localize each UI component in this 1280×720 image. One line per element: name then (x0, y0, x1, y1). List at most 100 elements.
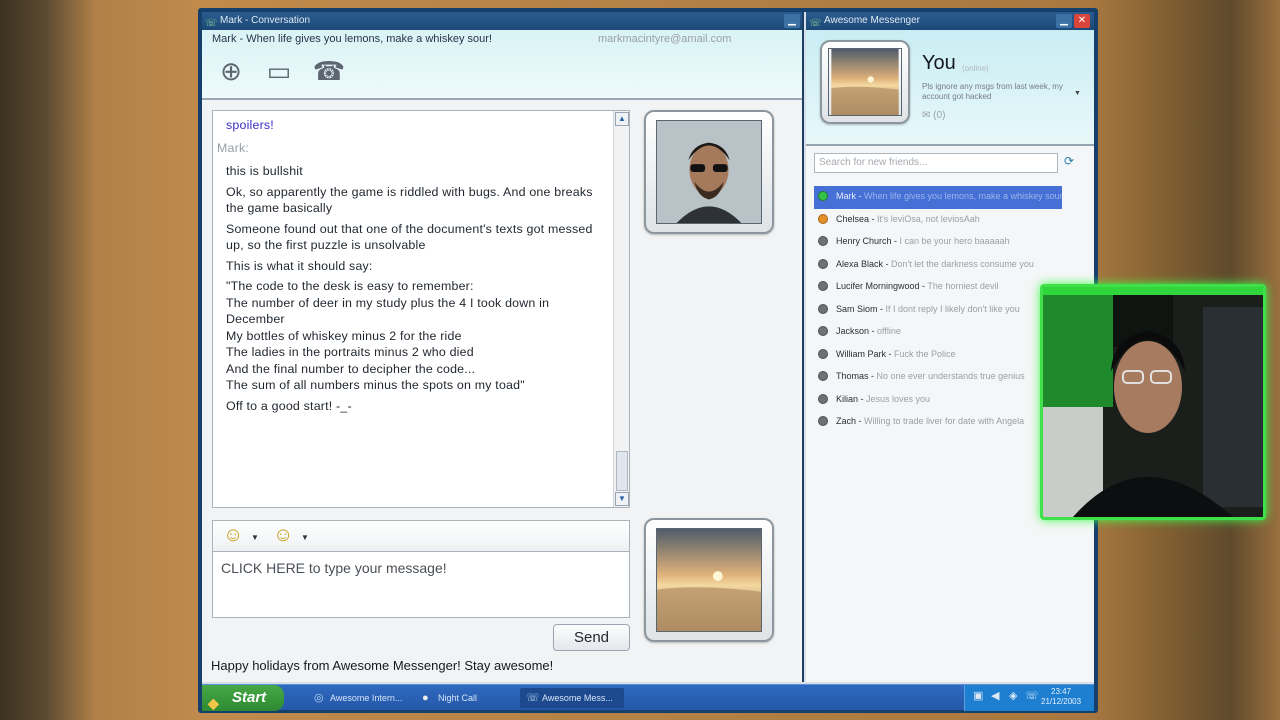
footer-banner: Happy holidays from Awesome Messenger! S… (211, 658, 554, 673)
message-sender: Mark: (217, 140, 249, 155)
scroll-thumb[interactable] (616, 451, 628, 491)
contact-avatar (644, 110, 774, 234)
taskbar-item-night-call[interactable]: ● Night Call (416, 688, 516, 708)
contact-name: Sam Siom (836, 303, 878, 314)
contact-item[interactable]: Alexa Black - Don't let the darkness con… (814, 254, 1090, 277)
minimize-button[interactable]: ▁ (1056, 14, 1072, 28)
chat-message: Off to a good start! -_- (226, 398, 352, 413)
conversation-title: Mark - Conversation (220, 15, 311, 26)
taskbar-item-label: Awesome Intern... (330, 693, 403, 703)
profile-status[interactable]: (online) (962, 64, 989, 73)
chat-message: My bottles of whiskey minus 2 for the ri… (226, 328, 462, 343)
profile-panel: You (online) Pls ignore any msgs from la… (806, 30, 1094, 146)
contact-separator: - (891, 236, 900, 246)
contact-separator: - (868, 371, 877, 381)
user-avatar (644, 518, 774, 642)
search-icon[interactable]: ⟳ (1064, 154, 1074, 168)
profile-personal-message[interactable]: Pls ignore any msgs from last week, my a… (922, 82, 1080, 102)
emoticon-icon[interactable]: ☺ (223, 524, 243, 547)
contact-item[interactable]: Chelsea - It's leviOsa, not leviosAah (814, 209, 1090, 232)
shield-icon[interactable]: ◈ (1009, 689, 1017, 702)
contact-separator: - (877, 303, 886, 314)
taskbar-item-label: Awesome Mess... (542, 693, 613, 703)
conversation-titlebar[interactable]: ☏ Mark - Conversation ▁ (202, 12, 802, 30)
contact-item[interactable]: Mark - When life gives you lemons, make … (814, 186, 1062, 209)
notification-count[interactable]: ✉ (0) (922, 110, 945, 121)
contact-separator: - (856, 416, 865, 426)
contact-name: Henry Church (836, 236, 892, 246)
webcam-frame-top (1043, 287, 1263, 295)
contact-avatar-photo (656, 120, 762, 224)
profile-avatar-photo (828, 48, 902, 116)
network-icon[interactable]: ▣ (973, 689, 983, 702)
chat-message: This is what it should say: (226, 258, 373, 273)
personal-message-dropdown-icon[interactable]: ▼ (1074, 90, 1081, 97)
chat-message: "The code to the desk is easy to remembe… (226, 279, 474, 293)
status-icon (818, 281, 828, 291)
webcam-feed (1043, 287, 1263, 517)
chat-message: And the final number to decipher the cod… (226, 361, 476, 376)
system-tray: ▣ ◀ ◈ ☏ 23:47 21/12/2003 (964, 685, 1094, 711)
add-contact-icon[interactable]: ⊕ (212, 52, 250, 90)
status-icon (818, 393, 828, 404)
clock-date: 21/12/2003 (1041, 697, 1082, 706)
taskbar-item-internet[interactable]: ◎ Awesome Intern... (308, 688, 412, 708)
contact-separator: - (869, 213, 878, 224)
status-icon (818, 213, 828, 224)
messenger-icon: ☏ (526, 692, 540, 704)
start-label: Start (232, 689, 267, 706)
send-button[interactable]: Send (553, 624, 630, 651)
conversation-window: ☏ Mark - Conversation ▁ Mark - When life… (202, 12, 804, 682)
contact-name: Thomas (836, 371, 869, 381)
close-icon[interactable]: ✕ (1074, 14, 1090, 28)
messenger-titlebar[interactable]: ☏ Awesome Messenger ▁ ✕ (806, 12, 1094, 30)
contact-separator: - (856, 191, 864, 201)
emoticon-dropdown-icon[interactable]: ▼ (251, 533, 259, 542)
contact-message: Don't let the darkness consume you (891, 258, 1034, 269)
contact-message: Jesus loves you (866, 393, 931, 404)
taskbar-item-messenger[interactable]: ☏ Awesome Mess... (520, 688, 624, 708)
message-input[interactable]: CLICK HERE to type your message! (212, 552, 630, 618)
start-button[interactable]: ◆ Start (202, 685, 284, 711)
chat-message: this is bullshit (226, 164, 303, 178)
taskbar-item-label: Night Call (438, 693, 478, 703)
messenger-title: Awesome Messenger (824, 15, 920, 26)
taskbar: ◆ Start ◎ Awesome Intern... ● Night Call… (202, 684, 1094, 711)
windows-flag-icon: ◆ (208, 695, 219, 711)
status-icon (818, 258, 828, 269)
conversation-header: Mark - When life gives you lemons, make … (202, 30, 802, 100)
contact-name: Chelsea (836, 213, 870, 224)
contact-message: Fuck the Police (894, 348, 956, 359)
contact-message: I can be your hero baaaaah (899, 236, 1010, 246)
mail-icon: ✉ (922, 110, 931, 121)
status-icon (818, 371, 828, 381)
messenger-tray-icon[interactable]: ☏ (1025, 689, 1039, 702)
contact-name: Alexa Black (836, 258, 884, 269)
contact-name: Kilian (836, 393, 859, 404)
volume-icon[interactable]: ◀ (991, 689, 999, 702)
chat-message: Ok, so apparently the game is riddled wi… (226, 184, 593, 216)
minimize-button[interactable]: ▁ (784, 14, 800, 28)
emoticon-toolbar: ☺ ▼ ☺ ▼ (212, 520, 630, 552)
scroll-up-icon[interactable]: ▲ (615, 112, 629, 126)
message-scrollbar[interactable]: ▲ ▼ (613, 111, 629, 507)
message-history: spoilers! Mark: this is bullshit Ok, so app… (212, 110, 630, 508)
contact-message: It's leviOsa, not leviosAah (877, 213, 980, 224)
wink-emoticon-icon[interactable]: ☺ (273, 524, 293, 547)
status-icon (818, 191, 828, 201)
status-icon (818, 348, 828, 359)
webcam-overlay (1040, 284, 1266, 520)
contact-separator: - (869, 326, 878, 336)
status-icon (818, 303, 828, 314)
chat-message: Someone found out that one of the docume… (226, 221, 593, 253)
scroll-down-icon[interactable]: ▼ (615, 492, 629, 506)
friend-search-input[interactable]: Search for new friends... (814, 153, 1058, 173)
send-files-icon[interactable]: ▭ (260, 52, 298, 90)
chat-message: The ladies in the portraits minus 2 who … (226, 345, 474, 359)
profile-avatar[interactable] (820, 40, 910, 124)
contact-message: Willing to trade liver for date with Ang… (864, 416, 1025, 426)
contact-item[interactable]: Henry Church - I can be your hero baaaaa… (814, 231, 1090, 254)
clock[interactable]: 23:47 21/12/2003 (1041, 687, 1081, 707)
voice-call-icon[interactable]: ☎ (310, 52, 348, 90)
wink-dropdown-icon[interactable]: ▼ (301, 533, 309, 542)
